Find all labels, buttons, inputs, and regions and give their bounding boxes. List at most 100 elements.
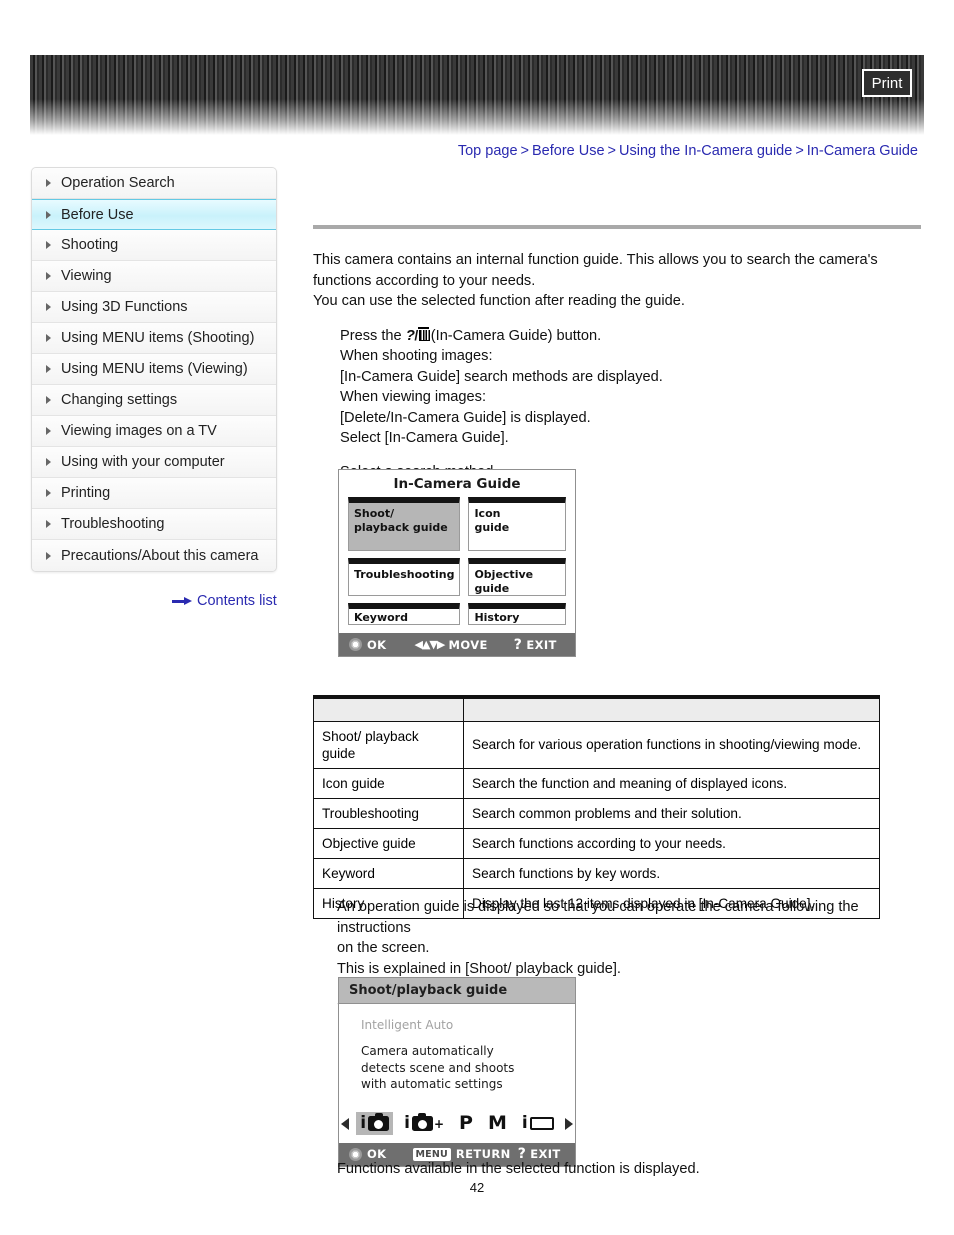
guide-cell-label: Troubleshooting: [354, 568, 455, 581]
step-1-detail-line: When viewing images:: [340, 389, 487, 405]
chevron-right-icon: [46, 334, 51, 342]
menu-button-icon: MENU: [412, 1147, 451, 1161]
step-1-detail-lines: When shooting images: [In-Camera Guide] s…: [340, 346, 923, 449]
table-body: Shoot/ playback guide Search for various …: [313, 720, 880, 919]
panorama-icon: [529, 1117, 554, 1130]
camera-icon: [368, 1112, 390, 1131]
guide-cell-label: guide: [474, 581, 510, 595]
screen2-return-label: RETURN: [455, 1147, 511, 1161]
chevron-right-icon: [46, 365, 51, 373]
sidebar-item-shooting[interactable]: Shooting: [32, 230, 276, 261]
table-cell-method: Keyword: [313, 857, 464, 889]
guide-cell-troubleshooting[interactable]: Troubleshooting: [348, 558, 461, 596]
chevron-right-icon: [46, 520, 51, 528]
sidebar-item-before-use[interactable]: Before Use: [32, 199, 276, 230]
guide-cell-objective-guide[interactable]: Objective guide: [468, 558, 566, 596]
screen2-title: Shoot/playback guide: [339, 978, 575, 1004]
table-cell-description: Search functions by key words.: [463, 857, 880, 889]
chevron-right-icon: [46, 303, 51, 311]
sidebar-item-precautions-about-this-camera[interactable]: Precautions/About this camera: [32, 540, 276, 571]
table-row: Icon guide Search the function and meanin…: [313, 767, 880, 799]
breadcrumb-separator: >: [520, 143, 529, 159]
chevron-right-icon: [46, 396, 51, 404]
sidebar-nav: Operation Search Before Use Shooting Viewin…: [31, 167, 277, 572]
table-row: Troubleshooting Search common problems an…: [313, 797, 880, 829]
four-way-arrows-icon: ◀▲▼▶: [414, 638, 446, 651]
sidebar-item-viewing[interactable]: Viewing: [32, 261, 276, 292]
guide-cell-label: playback guide: [354, 520, 448, 534]
intro-line-1: This camera contains an internal functio…: [313, 252, 878, 268]
sidebar-item-operation-search[interactable]: Operation Search: [32, 168, 276, 199]
breadcrumb: Top page > Before Use > Using the In-Camera …: [458, 143, 918, 159]
screen1-exit-label: EXIT: [526, 637, 557, 652]
step-1-suffix: (In-Camera Guide) button.: [430, 327, 602, 344]
breadcrumb-separator: >: [795, 143, 804, 159]
guide-methods-table: Shoot/ playback guide Search for various …: [313, 695, 880, 919]
sidebar-item-label: Troubleshooting: [61, 516, 165, 532]
screen2-body: Intelligent Auto Camera automatically det…: [339, 1004, 575, 1099]
mode-item-iauto-plus[interactable]: i +: [400, 1112, 448, 1135]
screen2-description: Camera automatically detects scene and sh…: [361, 1043, 575, 1093]
mode-item-iauto[interactable]: i: [356, 1112, 394, 1135]
post-screen-text: Functions available in the selected func…: [337, 1161, 700, 1177]
sidebar-item-label: Operation Search: [61, 175, 175, 191]
mode-item-p[interactable]: P: [455, 1111, 477, 1136]
prev-arrow-icon[interactable]: [341, 1117, 350, 1130]
screen1-ok-label: OK: [367, 637, 387, 652]
step-1-prefix: Press the: [340, 327, 402, 344]
shoot-playback-guide-screen-mock: Shoot/playback guide Intelligent Auto Ca…: [338, 977, 576, 1167]
print-button-label: Print: [871, 74, 903, 92]
chevron-right-icon: [46, 210, 51, 219]
contents-list-link[interactable]: Contents list: [172, 593, 277, 609]
guide-cell-label: Icon: [474, 507, 501, 520]
sidebar-item-viewing-images-on-a-tv[interactable]: Viewing images on a TV: [32, 416, 276, 447]
sidebar-item-label: Viewing: [61, 268, 112, 284]
step-1-detail-line: [In-Camera Guide] search methods are dis…: [340, 368, 663, 385]
sidebar-item-using-with-your-computer[interactable]: Using with your computer: [32, 447, 276, 478]
guide-cell-history[interactable]: History: [468, 603, 566, 625]
screen2-description-line: detects scene and shoots: [361, 1060, 515, 1075]
sidebar-item-label: Changing settings: [61, 392, 178, 408]
sidebar-item-label: Shooting: [61, 237, 119, 253]
breadcrumb-item-4[interactable]: In-Camera Guide: [807, 143, 918, 159]
sidebar-item-printing[interactable]: Printing: [32, 478, 276, 509]
mode-item-ipanorama[interactable]: i: [518, 1112, 558, 1135]
in-camera-guide-screen-mock: In-Camera Guide Shoot/playback guide Icon…: [338, 469, 576, 657]
header-banner: Print: [30, 55, 924, 135]
guide-cell-keyword[interactable]: Keyword: [348, 603, 461, 625]
intro-line-3: You can use the selected function after …: [313, 293, 685, 309]
breadcrumb-item-2[interactable]: Before Use: [532, 143, 605, 159]
table-cell-method: Objective guide: [313, 827, 464, 859]
chevron-right-icon: [46, 551, 51, 560]
table-header-row: [313, 695, 880, 722]
camera-icon: [411, 1112, 433, 1131]
screen1-title: In-Camera Guide: [393, 476, 521, 492]
sidebar-item-changing-settings[interactable]: Changing settings: [32, 385, 276, 416]
sidebar-item-label: Using MENU items (Shooting): [61, 330, 255, 346]
breadcrumb-item-3[interactable]: Using the In-Camera guide: [619, 143, 792, 159]
sidebar-item-troubleshooting[interactable]: Troubleshooting: [32, 509, 276, 540]
table-cell-description: Search for various operation functions i…: [463, 720, 880, 769]
guide-cell-label: Objective: [474, 568, 534, 581]
guide-cell-shoot-playback-guide[interactable]: Shoot/playback guide: [348, 497, 461, 551]
breadcrumb-separator: >: [607, 143, 617, 159]
sidebar-item-label: Viewing images on a TV: [61, 423, 217, 439]
sidebar-item-using-3d-functions[interactable]: Using 3D Functions: [32, 292, 276, 323]
sidebar-item-using-menu-items-shooting[interactable]: Using MENU items (Shooting): [32, 323, 276, 354]
chevron-right-icon: [46, 241, 51, 249]
chevron-right-icon: [46, 489, 51, 497]
main-content: This camera contains an internal functio…: [313, 225, 923, 482]
question-mark-icon: ?: [513, 636, 523, 653]
arrow-right-icon: [172, 596, 192, 605]
sidebar-item-label: Precautions/About this camera: [61, 547, 259, 564]
next-arrow-icon[interactable]: [564, 1117, 573, 1130]
chevron-right-icon: [46, 427, 51, 435]
mode-item-m[interactable]: M: [484, 1111, 511, 1136]
breadcrumb-item-1[interactable]: Top page: [458, 143, 518, 159]
sidebar-item-using-menu-items-viewing[interactable]: Using MENU items (Viewing): [32, 354, 276, 385]
sidebar-item-label: Using with your computer: [61, 454, 225, 470]
print-button[interactable]: Print: [862, 69, 912, 97]
guide-cell-icon-guide[interactable]: Icon guide: [468, 497, 566, 551]
screen2-description-line: with automatic settings: [361, 1077, 503, 1091]
sidebar-item-label: Printing: [61, 485, 111, 501]
